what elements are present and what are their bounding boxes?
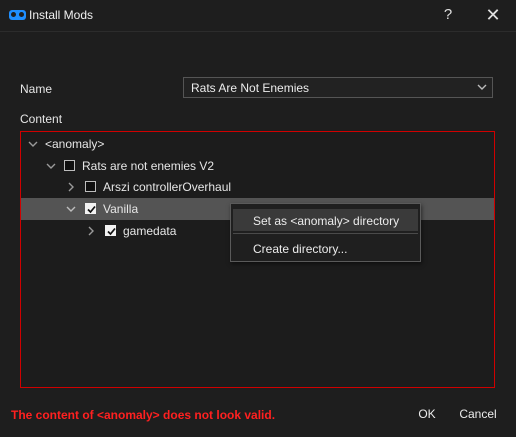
chevron-right-icon[interactable] [66, 182, 76, 192]
chevron-down-icon[interactable] [28, 139, 38, 149]
tree-item-label: Arszi controllerOverhaul [103, 180, 232, 194]
menu-item-set-as-anomaly-directory[interactable]: Set as <anomaly> directory [233, 209, 418, 231]
checkmark-icon [87, 205, 96, 214]
window-title: Install Mods [29, 8, 94, 22]
cancel-button[interactable]: Cancel [452, 402, 504, 426]
content-label: Content [20, 112, 63, 126]
title-bar: Install Mods ? ✕ [0, 0, 516, 32]
chevron-down-icon[interactable] [476, 80, 488, 94]
name-label: Name [20, 82, 53, 96]
tree-item-label: Vanilla [103, 202, 139, 216]
tree-checkbox[interactable] [64, 160, 75, 171]
name-combobox[interactable]: Rats Are Not Enemies [183, 77, 493, 98]
chevron-down-icon[interactable] [66, 204, 76, 214]
tree-item-label: Rats are not enemies V2 [82, 159, 215, 173]
menu-item-label: Create directory... [253, 242, 348, 256]
validation-error-message: The content of <anomaly> does not look v… [11, 408, 276, 422]
menu-item-create-directory[interactable]: Create directory... [233, 237, 418, 259]
tree-row-rats-are-not-enemies[interactable]: Rats are not enemies V2 [21, 155, 494, 177]
tree-item-label: gamedata [123, 224, 177, 238]
tree-checkbox[interactable] [85, 203, 96, 214]
chevron-right-icon[interactable] [86, 226, 96, 236]
tree-checkbox[interactable] [85, 181, 96, 192]
menu-divider [233, 233, 418, 234]
tree-checkbox[interactable] [105, 225, 116, 236]
tree-row-arszi-controller-overhaul[interactable]: Arszi controllerOverhaul [21, 176, 494, 198]
close-button[interactable]: ✕ [475, 4, 511, 26]
context-menu: Set as <anomaly> directory Create direct… [230, 203, 421, 262]
ok-button[interactable]: OK [409, 402, 445, 426]
chevron-down-icon[interactable] [46, 161, 56, 171]
app-logo-icon [9, 10, 26, 20]
checkmark-icon [107, 227, 116, 236]
tree-row-anomaly[interactable]: <anomaly> [21, 133, 494, 155]
help-button[interactable]: ? [430, 4, 466, 26]
tree-item-label: <anomaly> [45, 137, 105, 151]
menu-item-label: Set as <anomaly> directory [253, 214, 400, 228]
name-combobox-value: Rats Are Not Enemies [191, 81, 310, 95]
